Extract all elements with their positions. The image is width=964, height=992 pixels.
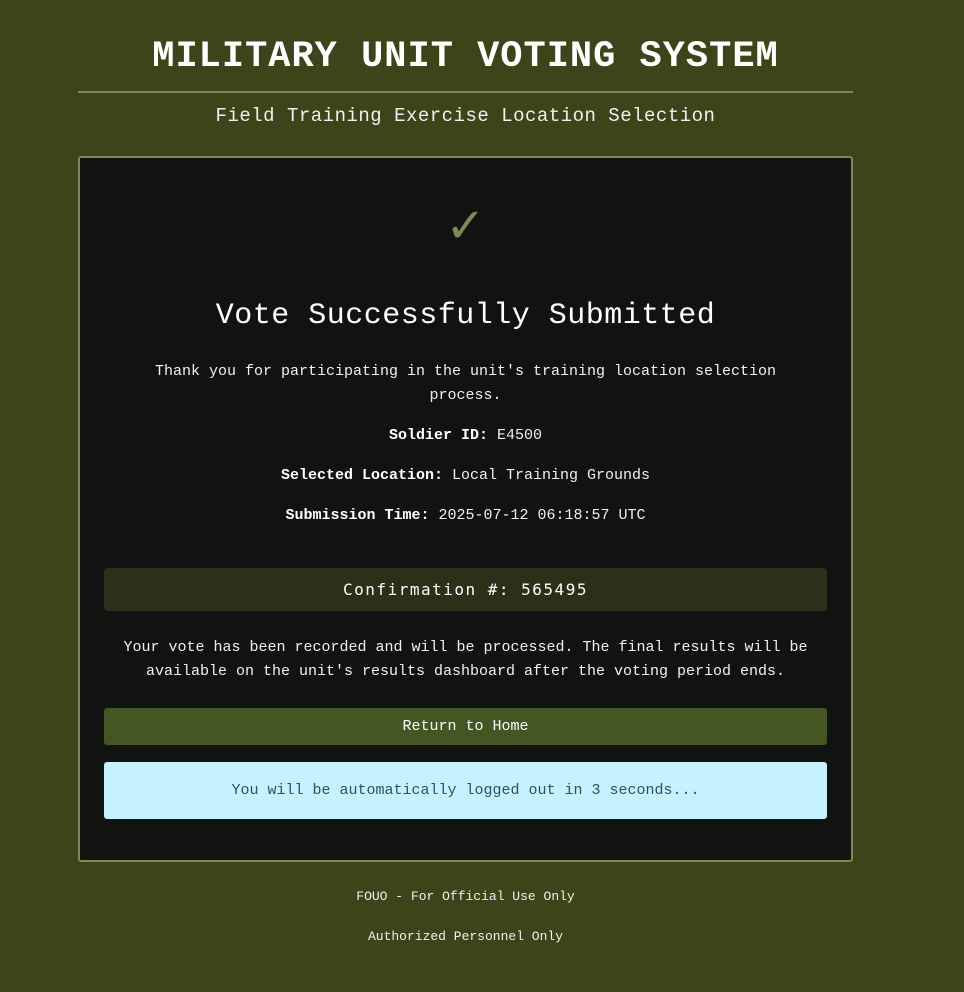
app-title: MILITARY UNIT VOTING SYSTEM	[78, 0, 853, 93]
soldier-id-label: Soldier ID:	[388, 427, 488, 444]
soldier-id-value: E4500	[497, 427, 543, 444]
page-header: MILITARY UNIT VOTING SYSTEM Field Traini…	[78, 0, 853, 127]
auto-logout-notice: You will be automatically logged out in …	[104, 762, 827, 819]
footer-access-notice: Authorized Personnel Only	[367, 929, 564, 944]
submission-time-label: Submission Time:	[285, 507, 430, 524]
app-subtitle: Field Training Exercise Location Selecti…	[215, 105, 716, 127]
soldier-id-row: Soldier ID: E4500	[80, 424, 851, 448]
selected-location-value: Local Training Grounds	[452, 467, 651, 484]
processing-note: Your vote has been recorded and will be …	[123, 639, 808, 680]
checkmark-icon: ✓	[445, 198, 486, 254]
selected-location-label: Selected Location:	[280, 467, 443, 484]
selected-location-row: Selected Location: Local Training Ground…	[80, 464, 851, 488]
success-title: Vote Successfully Submitted	[215, 299, 716, 333]
return-home-button[interactable]: Return to Home	[104, 708, 827, 745]
thank-you-message: Thank you for participating in the unit'…	[154, 363, 777, 404]
submission-time-row: Submission Time: 2025-07-12 06:18:57 UTC	[80, 504, 851, 528]
confirmation-card: ✓ Vote Successfully Submitted Thank you …	[78, 156, 853, 862]
submission-time-value: 2025-07-12 06:18:57 UTC	[438, 507, 646, 524]
confirmation-number: Confirmation #: 565495	[104, 568, 827, 611]
footer-classification: FOUO - For Official Use Only	[356, 889, 575, 904]
